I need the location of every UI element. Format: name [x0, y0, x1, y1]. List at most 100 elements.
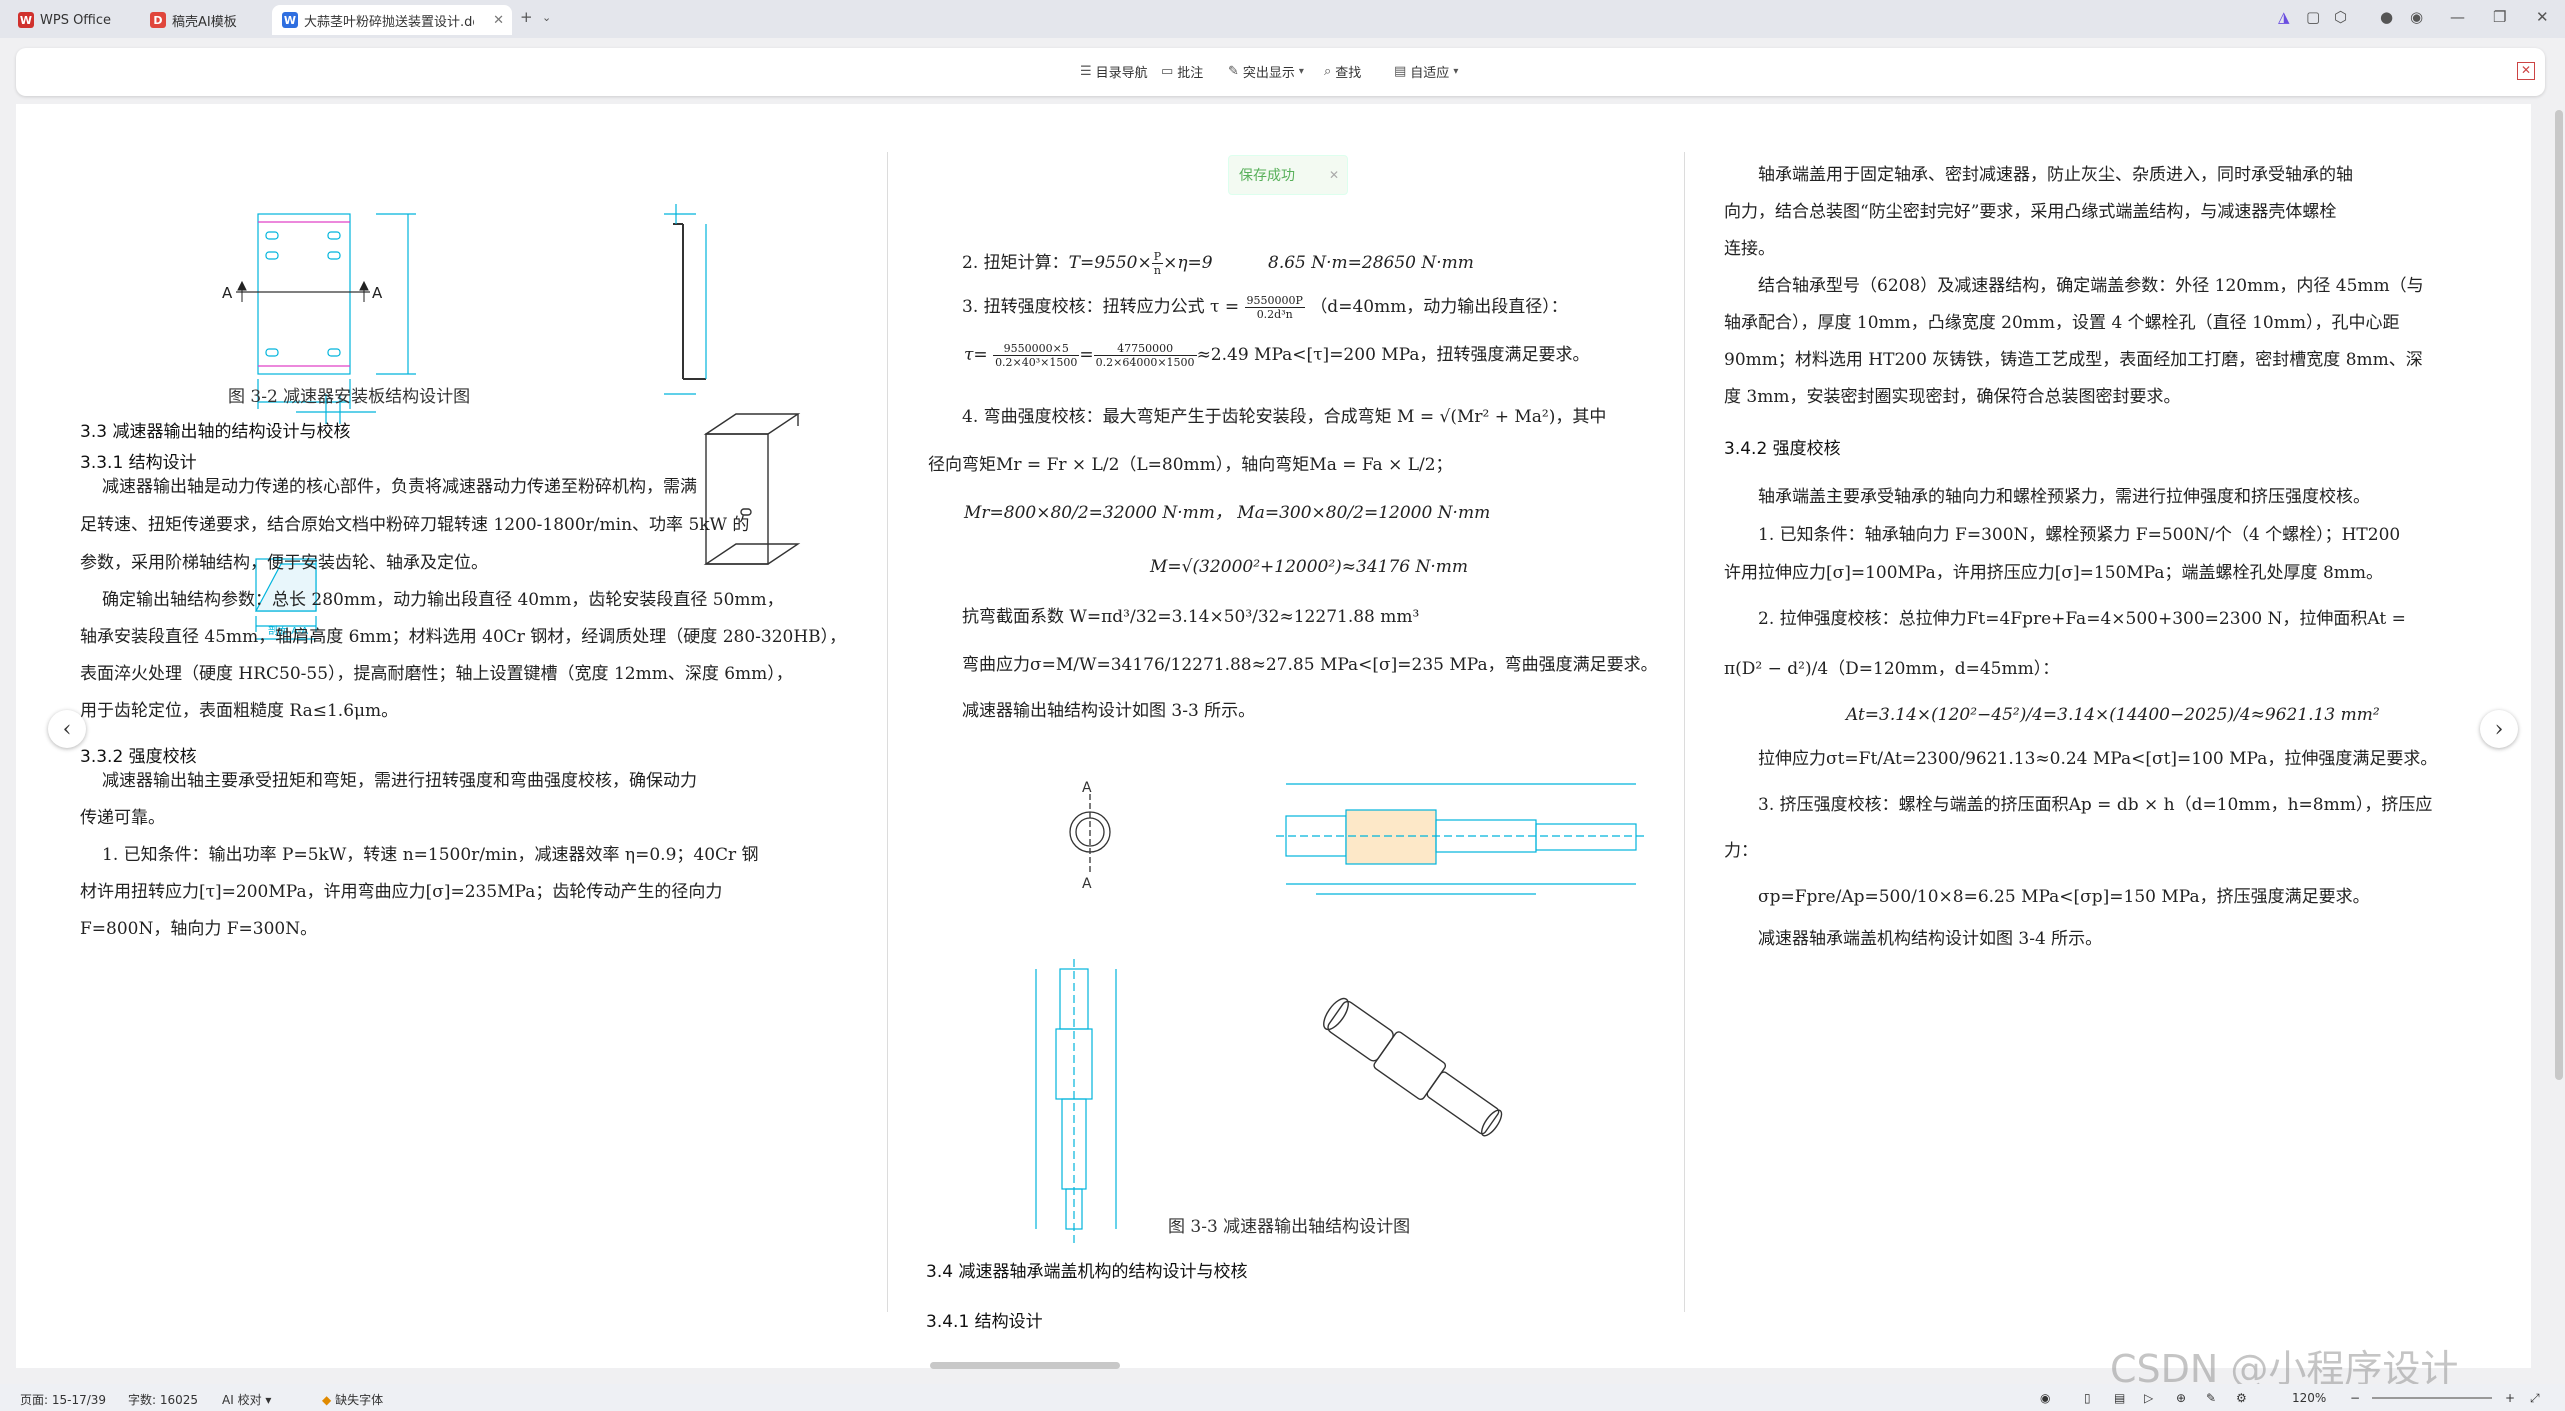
cube-icon[interactable]: ⬡ [2334, 8, 2347, 26]
ai-check-button[interactable]: AI 校对 ▾ [222, 1391, 271, 1408]
find-button[interactable]: ⌕ 查找 [1324, 62, 1361, 81]
missing-font-button[interactable]: ◆ 缺失字体 [322, 1391, 383, 1408]
comment-label: 批注 [1177, 66, 1204, 81]
section-label-a: A [372, 284, 383, 302]
word-count[interactable]: 字数: 16025 [128, 1391, 198, 1408]
chevron-down-icon: ▾ [1453, 66, 1459, 77]
search-icon: ⌕ [1324, 64, 1332, 79]
figure-caption: 图 3-2 减速器安装板结构设计图 [228, 387, 471, 407]
exit-reading-icon[interactable]: ✕ [2517, 62, 2535, 80]
paragraph-line: 向力，结合总装图“防尘密封完好”要求，采用凸缘式端盖结构，与减速器壳体螺栓 [1724, 202, 2337, 222]
close-icon[interactable]: ✕ [1329, 168, 1339, 182]
paragraph-line: 减速器输出轴是动力传递的核心部件，负责将减速器动力传递至粉碎机构，需满 [102, 477, 697, 497]
output-shaft-drawing: A A [1035, 780, 1646, 1244]
paragraph-line: 轴承端盖主要承受轴承的轴向力和螺栓预紧力，需进行拉伸强度和挤压强度校核。 [1758, 487, 2370, 507]
fullscreen-icon[interactable]: ⤢ [2530, 1391, 2540, 1406]
equation-line: M=√(32000²+12000²)≈34176 N·mm [1150, 557, 1469, 577]
paragraph-line: 1. 已知条件：轴承轴向力 F=300N，螺栓预紧力 F=500N/个（4 个螺… [1758, 525, 2401, 545]
highlight-label: 突出显示 [1242, 66, 1295, 81]
section-label-a: A [1082, 876, 1092, 892]
minimize-icon[interactable]: — [2450, 8, 2465, 26]
user-icon[interactable]: ◉ [2410, 8, 2423, 26]
restore-icon[interactable]: ❐ [2493, 8, 2506, 26]
document-page: A A 剖面 A-A 图 3-2 减速器安装板结构设计图 3.3 减速器输出轴的… [16, 104, 2531, 1368]
heading-3-4: 3.4 减速器轴承端盖机构的结构设计与校核 [926, 1262, 1248, 1282]
paragraph-line: 径向弯矩Mr = Fr × L/2（L=80mm），轴向弯矩Ma = Fa × … [928, 455, 1453, 475]
find-label: 查找 [1335, 66, 1362, 81]
chevron-right-icon: › [2494, 716, 2504, 742]
fit-button[interactable]: ▤ 自适应 ▾ [1394, 62, 1458, 81]
text-run: 2. 扭矩计算： [962, 253, 1069, 273]
next-page-button[interactable]: › [2480, 710, 2518, 748]
tools-icon[interactable]: ⚙ [2236, 1391, 2247, 1405]
paragraph-line: 度 3mm，安装密封圈实现密封，确保符合总装图密封要求。 [1724, 387, 2181, 407]
zoom-out-icon[interactable]: − [2350, 1391, 2360, 1405]
chevron-down-icon: ▾ [1298, 66, 1304, 77]
writer-logo-icon: W [282, 12, 298, 28]
comment-icon: ▭ [1161, 64, 1174, 79]
vertical-scrollbar[interactable] [2555, 110, 2563, 1080]
warning-icon: ◆ [322, 1393, 332, 1407]
avatar[interactable]: ● [2380, 8, 2393, 26]
ai-icon[interactable]: ◮ [2278, 8, 2290, 26]
heading-3-4-1: 3.4.1 结构设计 [926, 1312, 1043, 1332]
tab-wps-office[interactable]: W WPS Office [8, 5, 133, 35]
equation-line: 3. 扭转强度校核：扭转应力公式 τ = 9550000P 0.2d³n （d=4… [962, 288, 1568, 326]
math-run: 0.2d³n [1256, 308, 1293, 321]
eyedropper-icon[interactable]: ✎ [2206, 1391, 2216, 1405]
reading-toolbar: ☰ 目录导航 ▭ 批注 ✎ 突出显示 ▾ ⌕ 查找 ▤ 自适应 ▾ ✕ [16, 48, 2545, 96]
comment-button[interactable]: ▭ 批注 [1161, 62, 1203, 81]
equation-line: 2. 扭矩计算：T=9550× Pn ×η=9 [962, 250, 1213, 277]
paragraph-line: π(D² − d²)/4（D=120mm，d=45mm）： [1724, 659, 2060, 679]
text-run: 3. 扭转强度校核：扭转应力公式 τ = [962, 297, 1240, 317]
text-run: （d=40mm，动力输出段直径）： [1310, 297, 1568, 317]
zoom-in-icon[interactable]: + [2505, 1391, 2515, 1405]
ai-check-label: AI 校对 [222, 1393, 262, 1407]
web-view-icon[interactable]: ⊕ [2176, 1391, 2186, 1405]
page-indicator[interactable]: 页面: 15-17/39 [20, 1391, 106, 1408]
toast-text: 保存成功 [1239, 168, 1295, 184]
prev-page-button[interactable]: ‹ [48, 710, 86, 748]
close-window-icon[interactable]: ✕ [2536, 8, 2549, 26]
chevron-down-icon[interactable]: ⌄ [542, 11, 551, 24]
close-tab-icon[interactable]: ✕ [493, 13, 504, 28]
math-run: 9550000P [1244, 294, 1305, 308]
equation-line: At=3.14×(120²−45²)/4=3.14×(14400−2025)/4… [1846, 705, 2380, 725]
toc-nav-button[interactable]: ☰ 目录导航 [1080, 62, 1148, 81]
tab-document[interactable]: W 大蒜茎叶粉碎抛送装置设计.docx ✕ [272, 5, 512, 35]
tab-template[interactable]: D 稿壳AI模板 [140, 5, 265, 35]
column-divider [887, 152, 888, 1312]
equation-line: 弯曲应力σ=M/W=34176/12271.88≈27.85 MPa<[σ]=2… [962, 655, 1658, 675]
window-icon[interactable]: ▢ [2306, 8, 2320, 26]
section-label-a: A [1082, 780, 1092, 796]
tab-bar: W WPS Office D 稿壳AI模板 W 大蒜茎叶粉碎抛送装置设计.doc… [0, 0, 2565, 38]
page-view-icon[interactable]: ▯ [2084, 1391, 2091, 1405]
heading-3-4-2: 3.4.2 强度校核 [1724, 439, 1841, 459]
eye-icon[interactable]: ◉ [2040, 1391, 2050, 1405]
equation-line: 拉伸应力σt=Ft/At=2300/9621.13≈0.24 MPa<[σt]=… [1758, 749, 2438, 769]
new-tab-icon[interactable]: + [520, 8, 533, 26]
play-icon[interactable]: ▷ [2144, 1391, 2153, 1405]
paragraph-line: 减速器输出轴主要承受扭矩和弯矩，需进行扭转强度和弯曲强度校核，确保动力 [102, 771, 697, 791]
fit-icon: ▤ [1394, 64, 1407, 79]
highlighter-icon: ✎ [1228, 64, 1239, 79]
text-run: ≈2.49 MPa<[τ]=200 MPa，扭转强度满足要求。 [1196, 345, 1590, 365]
equation-line: Mr=800×80/2=32000 N·mm， Ma=300×80/2=1200… [964, 503, 1491, 523]
zoom-slider[interactable] [2372, 1397, 2492, 1399]
paragraph-line: 用于齿轮定位，表面粗糙度 Ra≤1.6μm。 [80, 701, 399, 721]
horizontal-scrollbar[interactable] [930, 1362, 1120, 1369]
paragraph-line: 轴承配合），厚度 10mm，凸缘宽度 20mm，设置 4 个螺栓孔（直径 10m… [1724, 313, 2400, 333]
paragraph-line: 2. 拉伸强度校核：总拉伸力Ft=4Fpre+Fa=4×500+300=2300… [1758, 609, 2406, 629]
highlight-button[interactable]: ✎ 突出显示 ▾ [1228, 62, 1304, 81]
chevron-left-icon: ‹ [62, 716, 72, 742]
zoom-level[interactable]: 120% [2292, 1391, 2326, 1405]
math-run: τ= [964, 345, 988, 365]
paragraph-line: 轴承端盖用于固定轴承、密封减速器，防止灰尘、杂质进入，同时承受轴承的轴 [1758, 165, 2353, 185]
save-toast: 保存成功 ✕ [1228, 155, 1348, 195]
equation-line: 抗弯截面系数 W=πd³/32=3.14×50³/32≈12271.88 mm³ [962, 607, 1420, 627]
equation-line: σp=Fpre/Ap=500/10×8=6.25 MPa<[σp]=150 MP… [1758, 887, 2370, 907]
paragraph-line: F=800N，轴向力 F=300N。 [80, 919, 318, 939]
outline-view-icon[interactable]: ▤ [2114, 1391, 2125, 1405]
section-label-a: A [222, 284, 233, 302]
paragraph-line: 力： [1724, 841, 1758, 861]
